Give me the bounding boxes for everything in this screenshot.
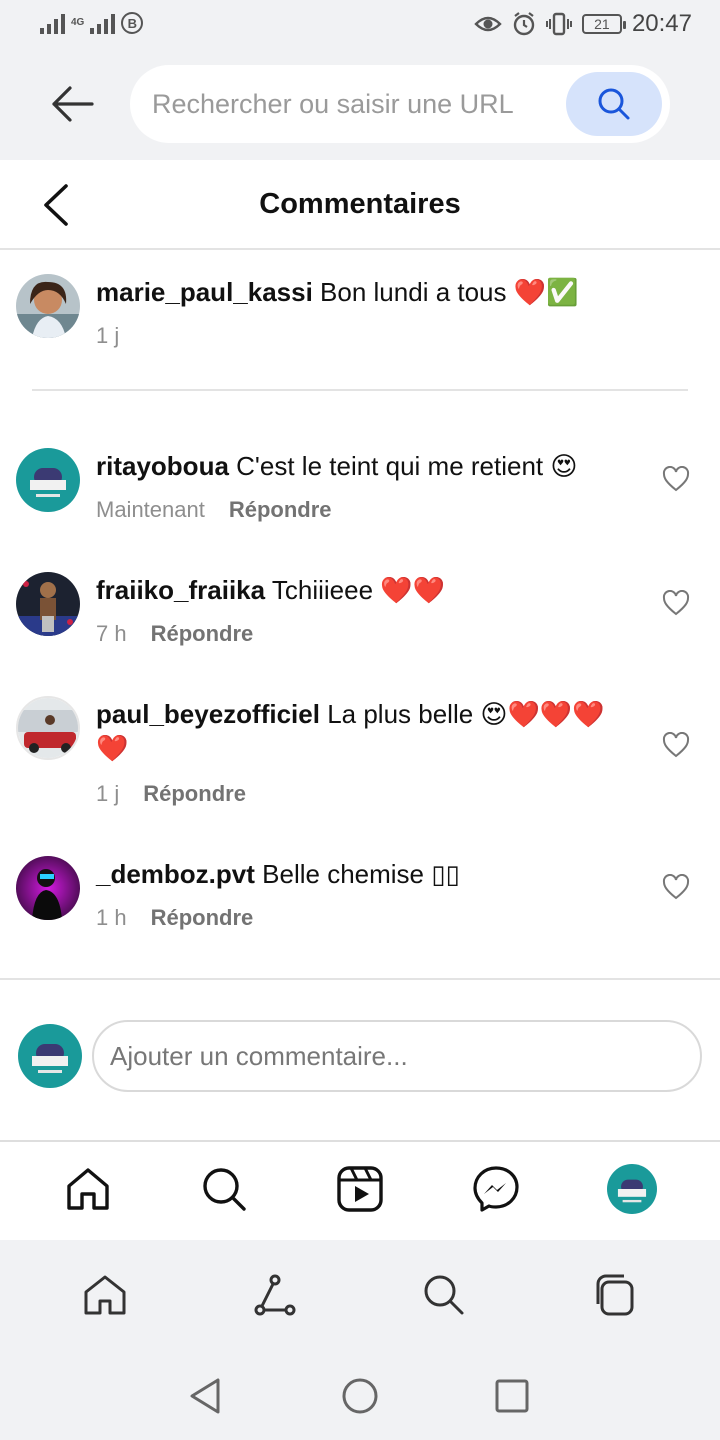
avatar[interactable] [16, 572, 80, 636]
system-back-icon[interactable] [186, 1376, 226, 1416]
battery-level: 21 [594, 16, 610, 32]
heart-icon[interactable] [662, 466, 690, 492]
comment-input-box[interactable] [92, 1020, 702, 1092]
heart-icon[interactable] [662, 590, 690, 616]
browser-back-icon[interactable] [48, 80, 96, 128]
comment-body-line2: ❤️ [96, 733, 129, 763]
comment-time: 7 h [96, 621, 127, 646]
caption-username[interactable]: marie_paul_kassi [96, 277, 313, 307]
status-left: 4G B [40, 12, 144, 34]
reply-button[interactable]: Répondre [143, 781, 246, 807]
search-icon[interactable] [421, 1272, 467, 1318]
heart-icon[interactable] [662, 732, 690, 758]
share-icon[interactable] [252, 1272, 298, 1318]
comment-meta: 7 h Répondre [96, 621, 253, 647]
vibrate-icon [545, 12, 572, 36]
caption-text: marie_paul_kassi Bon lundi a tous ❤️✅ [96, 275, 696, 309]
home-icon[interactable] [82, 1272, 128, 1318]
search-button[interactable] [566, 72, 662, 136]
signal-icon-2 [90, 12, 116, 34]
eye-icon [474, 16, 502, 32]
caption-meta: 1 j [96, 323, 119, 349]
caption-body: Bon lundi a tous ❤️✅ [320, 277, 579, 307]
avatar[interactable] [16, 696, 80, 760]
comment-username[interactable]: paul_beyezofficiel [96, 699, 320, 729]
browser-toolbar [0, 1240, 720, 1350]
signal-icon [40, 12, 65, 34]
b-badge-icon: B [121, 12, 144, 34]
comment-body: La plus belle 😍❤️❤️❤️ [327, 699, 605, 729]
profile-avatar-icon[interactable] [607, 1164, 657, 1214]
divider [0, 978, 720, 980]
comment-text: ritayoboua C'est le teint qui me retient… [96, 449, 656, 483]
comment-username[interactable]: ritayoboua [96, 451, 229, 481]
comment-body: Tchiiieee ❤️❤️ [271, 575, 445, 605]
comment-body: C'est le teint qui me retient 😍 [236, 451, 578, 481]
reply-button[interactable]: Répondre [151, 905, 254, 931]
reels-icon[interactable] [335, 1164, 385, 1214]
system-home-icon[interactable] [340, 1376, 380, 1416]
network-type: 4G [71, 17, 85, 28]
comment-text: paul_beyezofficiel La plus belle 😍❤️❤️❤️… [96, 697, 656, 765]
avatar[interactable] [16, 274, 80, 338]
search-icon [598, 88, 630, 120]
tabs-icon[interactable] [592, 1272, 638, 1318]
comment-body: Belle chemise ▯▯ [262, 859, 460, 889]
comment-time: Maintenant [96, 497, 205, 522]
reply-button[interactable]: Répondre [229, 497, 332, 523]
comment-username[interactable]: fraiiko_fraiika [96, 575, 265, 605]
browser-bar [0, 50, 720, 160]
avatar[interactable] [16, 448, 80, 512]
status-right: 21 20:47 [474, 10, 692, 38]
bottom-nav [0, 1142, 720, 1240]
comment-time: 1 j [96, 781, 120, 806]
comment-meta: 1 h Répondre [96, 905, 253, 931]
my-avatar [18, 1024, 82, 1088]
system-recents-icon[interactable] [492, 1376, 532, 1416]
page-title: Commentaires [259, 188, 461, 220]
caption-time: 1 j [96, 323, 120, 348]
battery-icon: 21 [581, 14, 626, 34]
home-icon[interactable] [63, 1164, 113, 1214]
comment-input[interactable] [110, 1036, 670, 1076]
comment-text: _demboz.pvt Belle chemise ▯▯ [96, 857, 656, 891]
search-icon[interactable] [199, 1164, 249, 1214]
comment-text: fraiiko_fraiika Tchiiieee ❤️❤️ [96, 573, 656, 607]
heart-icon[interactable] [662, 874, 690, 900]
clock: 20:47 [631, 10, 692, 37]
divider [32, 389, 688, 391]
avatar[interactable] [16, 856, 80, 920]
comment-username[interactable]: _demboz.pvt [96, 859, 255, 889]
status-bar: 4G B 21 20:47 [0, 0, 720, 50]
alarm-icon [513, 12, 535, 36]
comment-time: 1 h [96, 905, 127, 930]
comment-meta: 1 j Répondre [96, 781, 246, 807]
url-input[interactable] [152, 83, 532, 125]
system-nav-bar [0, 1350, 720, 1440]
comments-header: Commentaires [0, 160, 720, 250]
url-bar[interactable] [130, 65, 670, 143]
messenger-icon[interactable] [471, 1164, 521, 1214]
comment-meta: Maintenant Répondre [96, 497, 332, 523]
reply-button[interactable]: Répondre [151, 621, 254, 647]
